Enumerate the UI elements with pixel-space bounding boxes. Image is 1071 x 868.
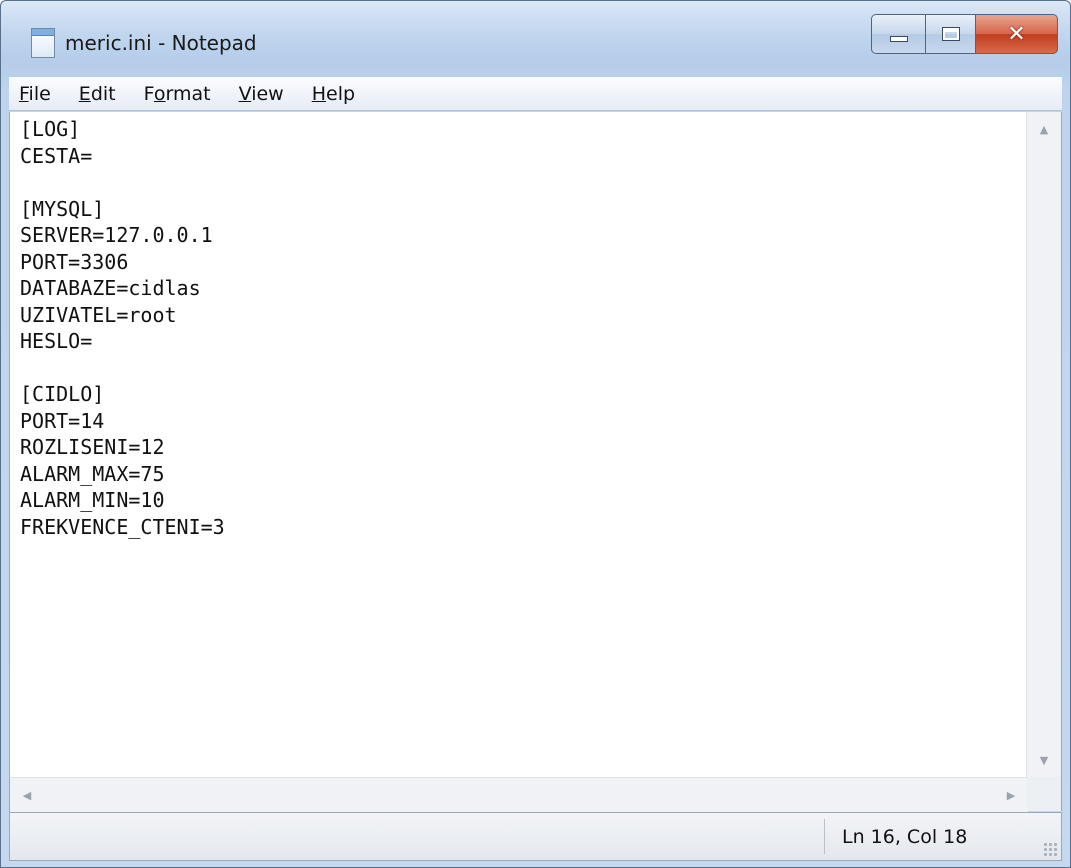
maximize-icon xyxy=(941,27,960,41)
caption-buttons: ✕ xyxy=(871,14,1058,54)
menu-file[interactable]: File xyxy=(19,83,51,105)
scroll-right-icon[interactable]: ▶ xyxy=(994,778,1028,812)
text-editor[interactable]: [LOG] CESTA= [MYSQL] SERVER=127.0.0.1 PO… xyxy=(9,112,1062,777)
notepad-window: meric.ini - Notepad ✕ File Edit Format V… xyxy=(0,0,1071,868)
scroll-left-icon[interactable]: ◀ xyxy=(10,778,44,812)
minimize-button[interactable] xyxy=(871,14,926,54)
scroll-up-icon[interactable]: ▲ xyxy=(1027,112,1061,146)
resize-grip-icon[interactable] xyxy=(1043,842,1057,856)
status-bar: Ln 16, Col 18 xyxy=(9,812,1062,861)
horizontal-scrollbar[interactable]: ◀ ▶ xyxy=(9,777,1028,812)
cursor-position: Ln 16, Col 18 xyxy=(842,826,968,848)
vertical-scrollbar[interactable]: ▲ ▼ xyxy=(1026,112,1061,777)
status-divider xyxy=(824,819,825,854)
menu-edit[interactable]: Edit xyxy=(79,83,116,105)
minimize-icon xyxy=(889,36,908,42)
menu-help[interactable]: Help xyxy=(312,83,355,105)
notepad-icon[interactable] xyxy=(31,28,55,58)
window-title: meric.ini - Notepad xyxy=(65,31,257,55)
menu-bar: File Edit Format View Help xyxy=(9,77,1062,111)
scroll-down-icon[interactable]: ▼ xyxy=(1027,743,1061,777)
close-icon: ✕ xyxy=(1007,21,1026,47)
menu-format[interactable]: Format xyxy=(144,83,211,105)
close-button[interactable]: ✕ xyxy=(976,14,1058,54)
editor-content[interactable]: [LOG] CESTA= [MYSQL] SERVER=127.0.0.1 PO… xyxy=(20,116,225,540)
title-bar[interactable]: meric.ini - Notepad ✕ xyxy=(1,1,1070,87)
menu-view[interactable]: View xyxy=(239,83,284,105)
maximize-button[interactable] xyxy=(926,14,976,54)
scrollbar-corner xyxy=(1027,777,1062,811)
